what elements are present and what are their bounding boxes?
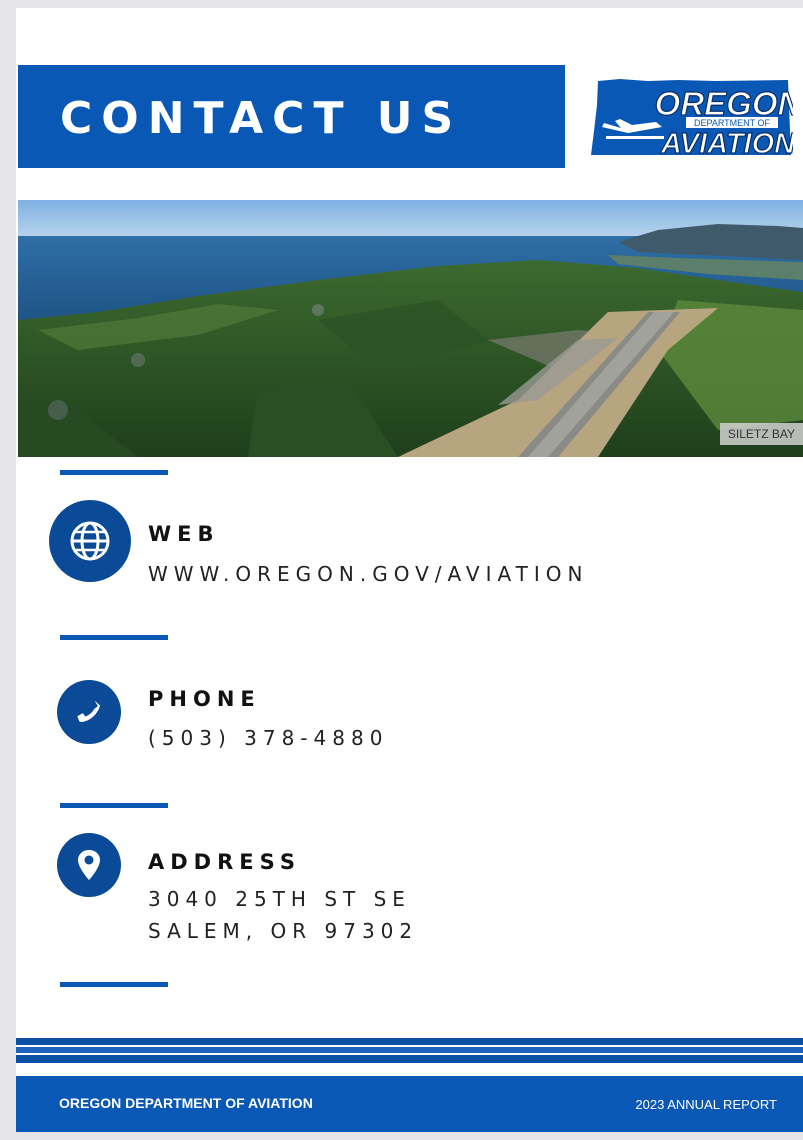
logo-oregon-text: OREGON <box>655 85 793 122</box>
address-icon-badge <box>57 833 121 897</box>
oregon-aviation-logo: OREGON DEPARTMENT OF AVIATION <box>588 75 793 159</box>
photo-caption: SILETZ BAY <box>719 423 803 445</box>
logo-aviation-text: AVIATION <box>660 128 793 159</box>
map-pin-icon <box>78 850 100 880</box>
footer-stripe <box>16 1038 803 1063</box>
section-divider <box>60 470 168 475</box>
address-line-2: SALEM, OR 97302 <box>148 919 419 943</box>
aerial-landscape-image <box>18 200 803 457</box>
web-url[interactable]: WWW.OREGON.GOV/AVIATION <box>148 562 588 586</box>
footer-bar: OREGON DEPARTMENT OF AVIATION 2023 ANNUA… <box>16 1076 803 1132</box>
address-label: ADDRESS <box>148 850 301 874</box>
page-title: CONTACT US <box>60 93 463 144</box>
phone-number[interactable]: (503) 378-4880 <box>148 726 388 750</box>
oregon-state-airplane-icon: OREGON DEPARTMENT OF AVIATION <box>591 79 793 159</box>
contact-page: CONTACT US OREGON DEPARTMENT OF AVIATION <box>16 8 803 1132</box>
phone-icon <box>77 700 101 722</box>
footer-organization: OREGON DEPARTMENT OF AVIATION <box>59 1095 313 1111</box>
phone-icon-badge <box>57 680 121 744</box>
footer-report-title: 2023 ANNUAL REPORT <box>635 1097 777 1112</box>
web-icon-badge <box>49 500 131 582</box>
globe-icon <box>70 521 110 561</box>
logo-department-text: DEPARTMENT OF <box>694 118 771 128</box>
phone-label: PHONE <box>148 687 261 711</box>
address-line-1: 3040 25TH ST SE <box>148 887 411 911</box>
web-label: WEB <box>148 522 220 546</box>
section-divider <box>60 803 168 808</box>
title-banner: CONTACT US <box>18 65 565 168</box>
section-divider <box>60 635 168 640</box>
section-divider <box>60 982 168 987</box>
siletz-bay-aerial-photo: SILETZ BAY <box>18 200 803 457</box>
